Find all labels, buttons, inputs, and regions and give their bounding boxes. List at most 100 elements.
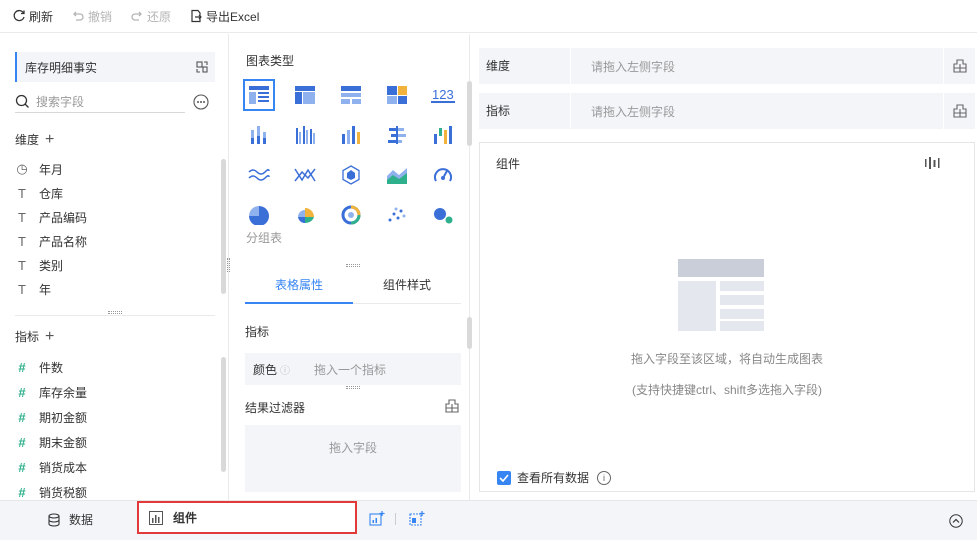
measure-list: # 件数 # 库存余量 # 期初金额 # 期末金额 # 销货成本 # 销货税额 (0, 355, 225, 500)
chevron-up-icon[interactable] (949, 514, 963, 528)
filter-drop-zone[interactable]: 拖入字段 (245, 425, 461, 492)
tab-component[interactable]: 组件 (137, 501, 357, 534)
hash-icon: # (18, 409, 26, 425)
color-label: 颜色 (253, 362, 278, 377)
redo-button[interactable]: 还原 (130, 8, 171, 25)
kpi-number-icon[interactable]: 123 (427, 79, 459, 111)
component-title: 组件 (496, 157, 521, 171)
dimension-placeholder: 请拖入左侧字段 (591, 59, 676, 74)
text-field-icon: T (18, 185, 26, 201)
measures-title: 指标 (15, 330, 40, 344)
gauge-icon[interactable] (427, 159, 459, 191)
chart-types-title: 图表类型 (246, 54, 295, 68)
clock-icon: ◷ (16, 161, 28, 176)
add-dimension-icon[interactable]: + (45, 131, 54, 147)
more-options-icon[interactable] (193, 94, 209, 110)
radar-hex-icon[interactable] (335, 159, 367, 191)
list-item[interactable]: # 销货成本 (15, 455, 87, 479)
filter-settings-icon[interactable] (444, 399, 460, 413)
cross-table-icon[interactable] (289, 79, 321, 111)
hash-icon: # (18, 359, 26, 375)
hash-icon: # (18, 459, 26, 475)
search-field[interactable]: 搜索字段 (15, 91, 185, 113)
list-item[interactable]: # 件数 (15, 355, 63, 379)
info-icon[interactable]: ⓘ (280, 362, 290, 377)
dimensions-header: 维度 + (15, 131, 54, 148)
treemap-block-icon[interactable] (381, 79, 413, 111)
waterfall-icon[interactable] (427, 119, 459, 151)
list-item[interactable]: T年 (15, 277, 51, 301)
list-item[interactable]: # 期初金额 (15, 405, 87, 429)
list-item[interactable]: T 产品编码 (15, 205, 87, 229)
panel-divider[interactable] (15, 315, 215, 316)
bar-compare-icon[interactable] (381, 119, 413, 151)
detail-table-icon[interactable] (335, 79, 367, 111)
list-item[interactable]: # 销货税额 (15, 480, 87, 500)
search-input[interactable]: 搜索字段 (36, 93, 84, 110)
add-dashboard-icon[interactable] (409, 511, 425, 527)
add-component-icon[interactable] (369, 511, 385, 527)
view-all-checkbox[interactable] (497, 470, 511, 485)
refresh-button[interactable]: 刷新 (12, 8, 53, 25)
export-label: 导出Excel (206, 9, 260, 24)
dimension-settings-icon[interactable] (943, 48, 975, 84)
undo-button[interactable]: 撤销 (71, 8, 112, 25)
bottom-tab-bar: 数据 组件 (0, 500, 977, 540)
export-excel-button[interactable]: 导出Excel (189, 8, 259, 25)
tab-component-style[interactable]: 组件样式 (353, 267, 461, 304)
text-field-icon: T (18, 257, 26, 273)
ring-pie-icon[interactable] (335, 199, 367, 231)
filter-resize-handle-icon[interactable] (346, 386, 360, 389)
add-measure-icon[interactable]: + (45, 328, 54, 344)
dimensions-title: 维度 (15, 133, 40, 147)
measure-drop-row[interactable]: 指标 请拖入左侧字段 (479, 93, 975, 129)
view-all-data-toggle[interactable]: 查看所有数据 i (497, 469, 612, 486)
result-filter-label: 结果过滤器 (245, 401, 306, 415)
info-icon[interactable]: i (597, 470, 612, 485)
tab-separator (395, 513, 396, 525)
scatter-line-icon[interactable] (289, 159, 321, 191)
measure-scrollbar[interactable] (221, 357, 226, 472)
canvas-panel: 维度 请拖入左侧字段 指标 请拖入左侧字段 组件 拖入字段至该区域，将自动生成图… (471, 34, 977, 500)
measure-placeholder: 请拖入左侧字段 (591, 104, 676, 119)
chart-bars-icon[interactable] (925, 157, 941, 169)
dot-scatter-icon[interactable] (381, 199, 413, 231)
measures-header: 指标 + (15, 328, 54, 345)
dimension-drop-row[interactable]: 维度 请拖入左侧字段 (479, 48, 975, 84)
refresh-icon (13, 9, 25, 22)
area-chart-icon[interactable] (381, 159, 413, 191)
dimension-scrollbar[interactable] (221, 159, 226, 294)
list-item[interactable]: ◷ 年月 (15, 157, 63, 181)
component-canvas[interactable]: 组件 拖入字段至该区域，将自动生成图表 (支持快捷键ctrl、shift多选拖入… (479, 142, 975, 492)
measure-settings-icon[interactable] (943, 93, 975, 129)
text-field-icon: T (18, 209, 26, 225)
toolbar: 刷新 撤销 还原 导出Excel (0, 0, 977, 33)
tab-table-properties[interactable]: 表格属性 (245, 267, 353, 304)
undo-label: 撤销 (88, 9, 113, 24)
list-item[interactable]: T 产品名称 (15, 229, 87, 253)
resize-handle-icon[interactable] (108, 311, 122, 314)
color-drop-zone[interactable]: 颜色 ⓘ 拖入一个指标 (245, 353, 461, 385)
list-item[interactable]: T 仓库 (15, 181, 63, 205)
list-item[interactable]: # 期末金额 (15, 430, 87, 454)
dimension-list: ◷ 年月 T 仓库 T 产品编码 T 产品名称 T 类别 T年 (0, 157, 225, 307)
wave-line-icon[interactable] (243, 159, 275, 191)
selected-chart-type-label: 分组表 (246, 231, 283, 245)
multi-column-icon[interactable] (335, 119, 367, 151)
group-table-icon[interactable] (243, 79, 275, 111)
dataset-selector[interactable]: 库存明细事实 (15, 52, 215, 82)
list-item[interactable]: # 库存余量 (15, 380, 87, 404)
bar-chart-icon (149, 510, 163, 525)
stacked-column-icon[interactable] (243, 119, 275, 151)
tab-data[interactable]: 数据 (47, 511, 93, 528)
pie-icon[interactable] (243, 199, 275, 231)
rose-pie-icon[interactable] (289, 199, 321, 231)
hash-icon: # (18, 434, 26, 450)
export-icon (191, 9, 202, 23)
bubble-icon[interactable] (427, 199, 459, 231)
view-all-label: 查看所有数据 (517, 471, 590, 485)
list-item[interactable]: T 类别 (15, 253, 63, 277)
redo-icon (131, 11, 142, 21)
switch-dataset-icon[interactable] (195, 60, 209, 74)
grouped-column-icon[interactable] (289, 119, 321, 151)
